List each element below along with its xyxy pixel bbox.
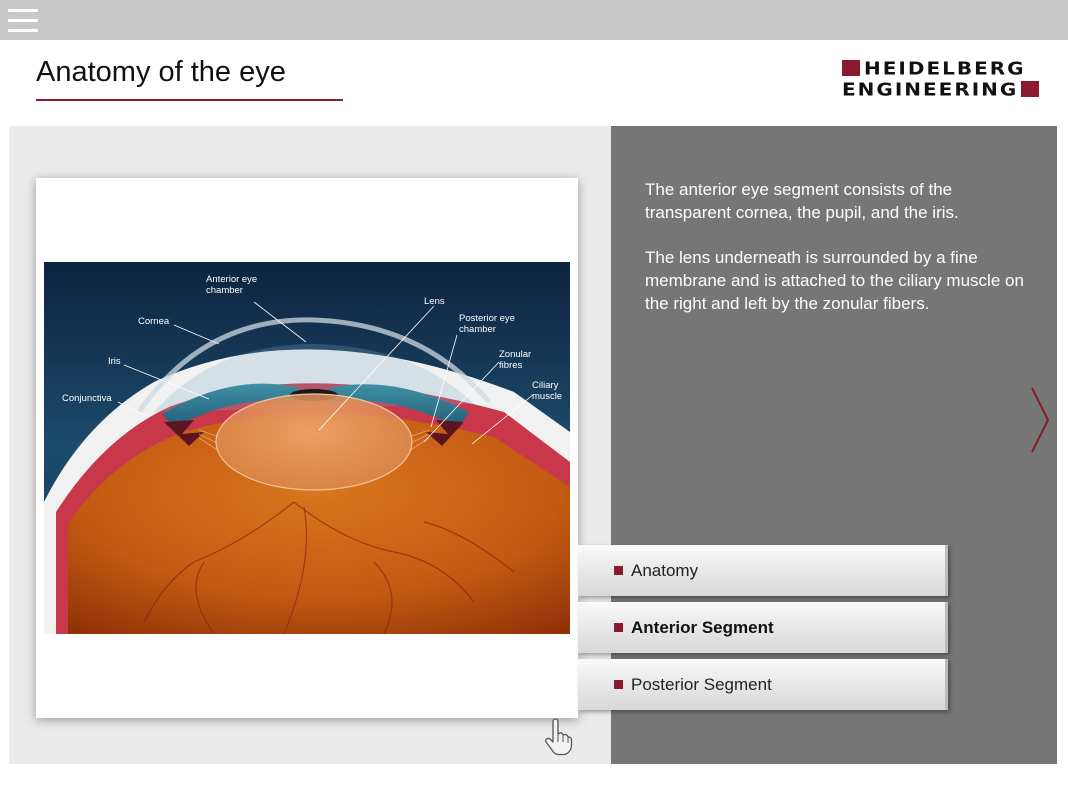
page-title: Anatomy of the eye: [36, 56, 286, 88]
menu-item-anterior-segment[interactable]: Anterior Segment: [578, 602, 948, 653]
logo-square-icon: [1021, 81, 1040, 97]
chevron-right-icon[interactable]: [1028, 384, 1054, 456]
label-posterior-eye-chamber-2: chamber: [459, 324, 496, 335]
hamburger-menu-icon[interactable]: [8, 9, 38, 33]
hand-pointer-icon[interactable]: [543, 718, 573, 756]
menu-item-anatomy[interactable]: Anatomy: [578, 545, 948, 596]
menu-item-label: Posterior Segment: [631, 674, 772, 694]
label-cornea: Cornea: [138, 316, 170, 327]
logo-square-icon: [842, 60, 860, 76]
title-underline: [36, 99, 343, 101]
label-zonular-fibres: Zonular: [499, 349, 531, 360]
logo-line-1: HEIDELBERG: [864, 57, 1026, 79]
menu-item-label: Anterior Segment: [631, 617, 774, 637]
eye-anatomy-illustration: Anterior eye chamber Cornea Iris Conjunc…: [44, 262, 570, 634]
image-panel: Anterior eye chamber Cornea Iris Conjunc…: [9, 126, 611, 764]
menu-bullet-icon: [614, 566, 623, 575]
menu-bullet-icon: [614, 680, 623, 689]
menu-item-label: Anatomy: [631, 560, 699, 580]
label-anterior-eye-chamber: Anterior eye: [206, 274, 257, 285]
top-bar: [0, 0, 1068, 40]
description-paragraph-2: The lens underneath is surrounded by a f…: [645, 248, 1024, 313]
label-ciliary-muscle-2: muscle: [532, 391, 562, 402]
description-text: The anterior eye segment consists of the…: [645, 178, 1025, 337]
image-card: Anterior eye chamber Cornea Iris Conjunc…: [36, 178, 578, 718]
label-zonular-fibres-2: fibres: [499, 360, 522, 371]
label-lens: Lens: [424, 296, 445, 307]
label-iris: Iris: [108, 356, 121, 367]
heidelberg-engineering-logo: HEIDELBERG ENGINEERING: [842, 58, 1058, 100]
label-ciliary-muscle: Ciliary: [532, 380, 559, 391]
label-anterior-eye-chamber-2: chamber: [206, 285, 243, 296]
menu-bullet-icon: [614, 623, 623, 632]
section-menu: Anatomy Anterior Segment Posterior Segme…: [578, 545, 948, 716]
label-posterior-eye-chamber: Posterior eye: [459, 313, 515, 324]
description-paragraph-1: The anterior eye segment consists of the…: [645, 180, 959, 222]
logo-line-2: ENGINEERING: [842, 78, 1019, 100]
menu-item-posterior-segment[interactable]: Posterior Segment: [578, 659, 948, 710]
label-conjunctiva: Conjunctiva: [62, 393, 112, 404]
